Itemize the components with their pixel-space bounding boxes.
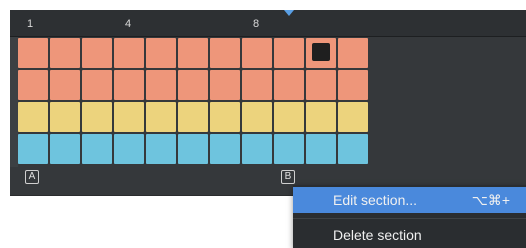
grid-cell[interactable] <box>82 70 112 100</box>
grid-cell[interactable] <box>146 102 176 132</box>
menu-item-shortcut: ⌥⌘+ <box>471 192 510 208</box>
grid-cell[interactable] <box>274 70 304 100</box>
context-menu: Edit section... ⌥⌘+ Delete section <box>293 185 526 248</box>
grid-cell[interactable] <box>178 134 208 164</box>
active-step-marker[interactable] <box>312 43 330 61</box>
ruler-mark-1: 1 <box>27 18 34 30</box>
grid-cell[interactable] <box>114 38 144 68</box>
grid-cell[interactable] <box>274 134 304 164</box>
grid-cell[interactable] <box>18 134 48 164</box>
grid-cell[interactable] <box>114 134 144 164</box>
grid-cell[interactable] <box>114 102 144 132</box>
grid-cell[interactable] <box>338 102 368 132</box>
grid-cell[interactable] <box>50 70 80 100</box>
grid-cell[interactable] <box>338 38 368 68</box>
menu-item-delete-section[interactable]: Delete section <box>293 222 526 248</box>
menu-separator <box>293 218 526 219</box>
menu-item-edit-section[interactable]: Edit section... ⌥⌘+ <box>293 187 526 213</box>
grid-cell[interactable] <box>274 38 304 68</box>
ruler-mark-4: 4 <box>125 18 132 30</box>
grid-cell[interactable] <box>82 134 112 164</box>
grid-cell[interactable] <box>146 70 176 100</box>
pattern-editor-panel: 1 4 8 A B <box>10 10 526 196</box>
grid-cell[interactable] <box>338 70 368 100</box>
playhead-triangle-icon[interactable] <box>284 10 294 16</box>
section-b-label[interactable]: B <box>281 170 295 184</box>
grid-cell[interactable] <box>306 102 336 132</box>
grid-cell[interactable] <box>306 38 336 68</box>
grid-cell[interactable] <box>178 38 208 68</box>
grid-cell[interactable] <box>242 102 272 132</box>
grid-cell[interactable] <box>242 134 272 164</box>
menu-item-label: Edit section... <box>333 192 418 208</box>
step-grid <box>18 38 368 164</box>
grid-cell[interactable] <box>82 38 112 68</box>
timeline-ruler[interactable]: 1 4 8 <box>10 10 526 37</box>
grid-cell[interactable] <box>242 38 272 68</box>
grid-cell[interactable] <box>242 70 272 100</box>
grid-cell[interactable] <box>18 70 48 100</box>
grid-cell[interactable] <box>178 102 208 132</box>
grid-cell[interactable] <box>210 134 240 164</box>
grid-cell[interactable] <box>178 70 208 100</box>
grid-cell[interactable] <box>210 38 240 68</box>
ruler-mark-8: 8 <box>253 18 260 30</box>
grid-cell[interactable] <box>50 38 80 68</box>
grid-cell[interactable] <box>18 102 48 132</box>
grid-cell[interactable] <box>306 134 336 164</box>
grid-cell[interactable] <box>50 134 80 164</box>
grid-left-strip <box>10 37 18 167</box>
grid-cell[interactable] <box>306 70 336 100</box>
grid-cell[interactable] <box>146 38 176 68</box>
section-a-label[interactable]: A <box>25 170 39 184</box>
grid-cell[interactable] <box>338 134 368 164</box>
menu-item-label: Delete section <box>333 227 422 243</box>
grid-cell[interactable] <box>82 102 112 132</box>
grid-cell[interactable] <box>114 70 144 100</box>
grid-cell[interactable] <box>146 134 176 164</box>
grid-cell[interactable] <box>210 102 240 132</box>
grid-cell[interactable] <box>210 70 240 100</box>
grid-cell[interactable] <box>50 102 80 132</box>
grid-cell[interactable] <box>274 102 304 132</box>
grid-cell[interactable] <box>18 38 48 68</box>
